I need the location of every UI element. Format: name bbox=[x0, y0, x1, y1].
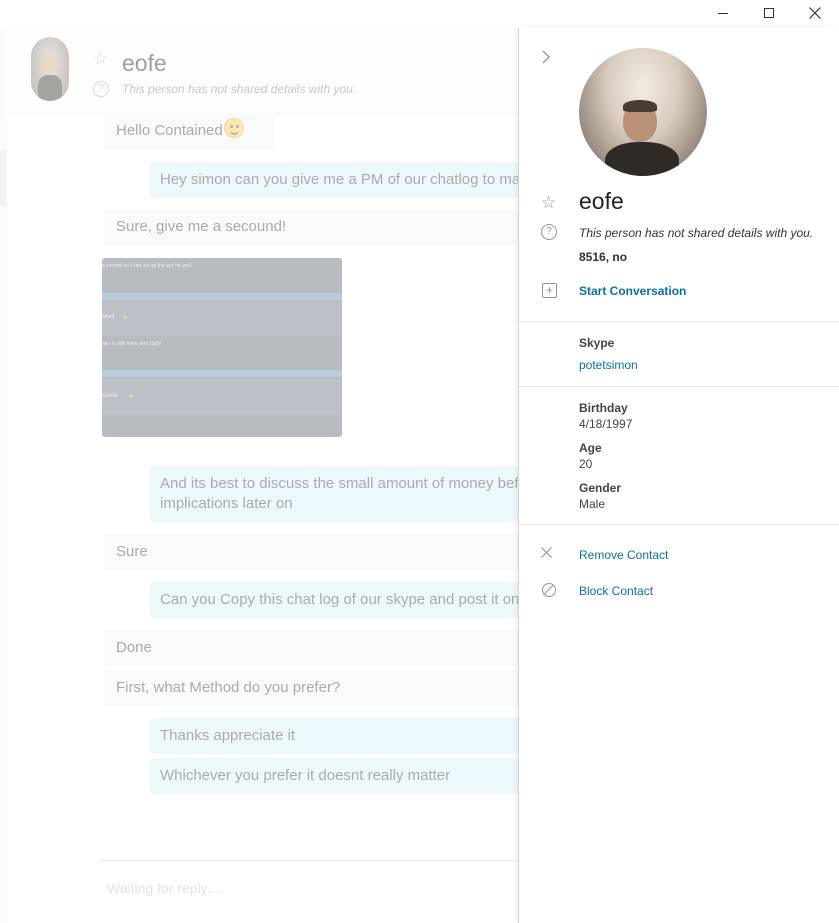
remove-contact-link[interactable]: Remove Contact bbox=[579, 548, 668, 562]
avatar[interactable] bbox=[31, 37, 69, 101]
message-bubble[interactable]: Hello Contained bbox=[104, 113, 274, 149]
message-text: Whichever you prefer it doesnt really ma… bbox=[160, 767, 451, 784]
divider bbox=[519, 524, 839, 525]
chat-contact-subtitle: This person has not shared details with … bbox=[122, 82, 357, 96]
skype-id-link[interactable]: potetsimon bbox=[579, 358, 638, 372]
maximize-icon bbox=[764, 8, 774, 18]
start-conversation-link[interactable]: Start Conversation bbox=[579, 284, 686, 298]
chat-header: ☆ eofe ? This person has not shared deta… bbox=[7, 28, 519, 114]
message-text: First, what Method do you prefer? bbox=[116, 679, 341, 696]
question-icon: ? bbox=[93, 81, 109, 97]
birthday-label: Birthday bbox=[579, 401, 628, 415]
message-text: Sure bbox=[116, 543, 148, 560]
profile-subtitle: This person has not shared details with … bbox=[579, 226, 814, 240]
message-bubble[interactable]: Sure bbox=[104, 534, 519, 570]
message-bubble[interactable]: Sure, give me a secound! bbox=[104, 209, 519, 245]
favorite-star-icon[interactable]: ☆ bbox=[93, 49, 108, 69]
profile-name: eofe bbox=[579, 188, 624, 214]
divider bbox=[519, 386, 839, 387]
smile-emoji-icon bbox=[223, 118, 244, 138]
sidebar-selected-marker bbox=[0, 150, 7, 206]
block-contact-link[interactable]: Block Contact bbox=[579, 584, 653, 598]
profile-avatar bbox=[579, 48, 707, 176]
gender-label: Gender bbox=[579, 481, 622, 495]
message-text: Hello Contained bbox=[116, 122, 223, 139]
message-text: Sure, give me a secound! bbox=[116, 218, 287, 235]
birthday-value: 4/18/1997 bbox=[579, 417, 633, 431]
image-preview-text: a second so I can set up the acc for you… bbox=[102, 263, 192, 269]
sidebar-edge bbox=[0, 28, 7, 923]
minimize-icon bbox=[718, 12, 728, 14]
divider bbox=[519, 321, 839, 322]
gender-value: Male bbox=[579, 497, 606, 511]
age-label: Age bbox=[579, 441, 602, 455]
message-bubble[interactable]: First, what Method do you prefer? bbox=[104, 670, 519, 706]
new-conversation-icon: + bbox=[542, 283, 557, 298]
image-preview-text: ained bbox=[102, 314, 115, 320]
message-bubble[interactable]: Whichever you prefer it doesnt really ma… bbox=[150, 758, 519, 794]
block-icon bbox=[542, 583, 556, 597]
skype-label: Skype bbox=[579, 336, 615, 350]
composer-divider bbox=[100, 860, 519, 861]
message-bubble[interactable]: Hey simon can you give me a PM of our ch… bbox=[150, 162, 519, 198]
image-preview-text: Canifia bbox=[102, 393, 118, 399]
message-text: Hey simon can you give me a PM of our ch… bbox=[160, 171, 519, 188]
minimize-button[interactable] bbox=[700, 0, 746, 26]
chat-area: ☆ eofe ? This person has not shared deta… bbox=[0, 28, 519, 923]
maximize-button[interactable] bbox=[746, 0, 792, 26]
chat-contact-name[interactable]: eofe bbox=[122, 50, 167, 77]
favorite-star-icon[interactable]: ☆ bbox=[541, 193, 556, 213]
message-bubble[interactable]: Thanks appreciate it bbox=[150, 718, 519, 754]
image-attachment[interactable]: a second so I can set up the acc for you… bbox=[102, 258, 342, 437]
age-value: 20 bbox=[579, 457, 593, 471]
profile-location: 8516, no bbox=[579, 250, 628, 264]
message-text: Done bbox=[116, 639, 152, 656]
question-icon: ? bbox=[541, 224, 557, 240]
message-bubble[interactable]: Done bbox=[104, 630, 519, 666]
message-text: Can you Copy this chat log of our skype … bbox=[160, 591, 519, 608]
close-icon bbox=[541, 545, 552, 562]
profile-panel: ☆ eofe ? This person has not shared deta… bbox=[518, 28, 839, 923]
chevron-right-icon[interactable] bbox=[541, 48, 551, 69]
message-bubble[interactable]: And its best to discuss the small amount… bbox=[150, 466, 519, 522]
message-text: Thanks appreciate it bbox=[160, 727, 296, 744]
message-bubble[interactable]: Can you Copy this chat log of our skype … bbox=[150, 582, 519, 618]
message-text: And its best to discuss the small amount… bbox=[160, 475, 519, 512]
close-button[interactable] bbox=[792, 0, 838, 26]
image-preview-text: ater to talk there and such! bbox=[102, 341, 162, 347]
title-bar bbox=[0, 0, 839, 28]
message-input[interactable]: Waiting for reply... bbox=[107, 880, 218, 896]
close-icon bbox=[809, 7, 821, 19]
